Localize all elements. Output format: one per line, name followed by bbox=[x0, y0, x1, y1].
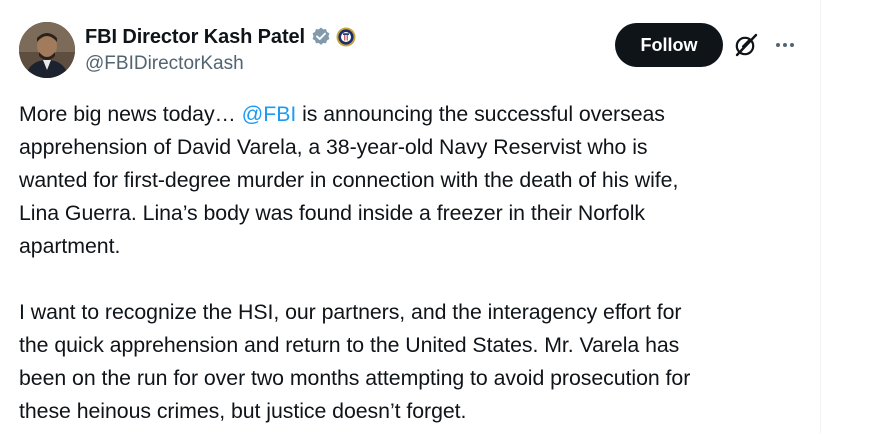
post-paragraph: More big news today… @FBI is announcing … bbox=[19, 98, 809, 263]
text-line: apartment. bbox=[19, 234, 121, 258]
handle[interactable]: @FBIDirectorKash bbox=[85, 53, 356, 75]
text-line: apprehension of David Varela, a 38-year-… bbox=[19, 135, 648, 159]
post-header: FBI Director Kash Patel @FBIDirectorKash… bbox=[19, 22, 799, 78]
text-line: the quick apprehension and return to the… bbox=[19, 333, 680, 357]
text-line: these heinous crimes, but justice doesn’… bbox=[19, 399, 467, 423]
display-name[interactable]: FBI Director Kash Patel bbox=[85, 26, 305, 49]
author-info: FBI Director Kash Patel @FBIDirectorKash bbox=[85, 25, 356, 75]
text-segment: More big news today… bbox=[19, 102, 242, 126]
column-divider bbox=[820, 0, 821, 433]
avatar[interactable] bbox=[19, 22, 75, 78]
avatar-image bbox=[19, 22, 75, 78]
follow-button[interactable]: Follow bbox=[615, 23, 723, 67]
text-line: I want to recognize the HSI, our partner… bbox=[19, 300, 682, 324]
verified-badge-icon[interactable] bbox=[310, 26, 332, 48]
text-line: wanted for first-degree murder in connec… bbox=[19, 168, 679, 192]
grok-icon[interactable] bbox=[732, 31, 760, 59]
post-text: More big news today… @FBI is announcing … bbox=[19, 98, 809, 428]
text-line: been on the run for over two months atte… bbox=[19, 366, 691, 390]
mention-link[interactable]: @FBI bbox=[242, 102, 297, 126]
more-icon[interactable] bbox=[771, 31, 799, 59]
name-row: FBI Director Kash Patel bbox=[85, 25, 356, 49]
fbi-seal-icon[interactable] bbox=[336, 27, 356, 47]
text-line: Lina Guerra. Lina’s body was found insid… bbox=[19, 201, 645, 225]
text-segment: is announcing the successful overseas bbox=[296, 102, 665, 126]
post-paragraph: I want to recognize the HSI, our partner… bbox=[19, 296, 809, 428]
text-line: More big news today… @FBI is announcing … bbox=[19, 98, 809, 131]
